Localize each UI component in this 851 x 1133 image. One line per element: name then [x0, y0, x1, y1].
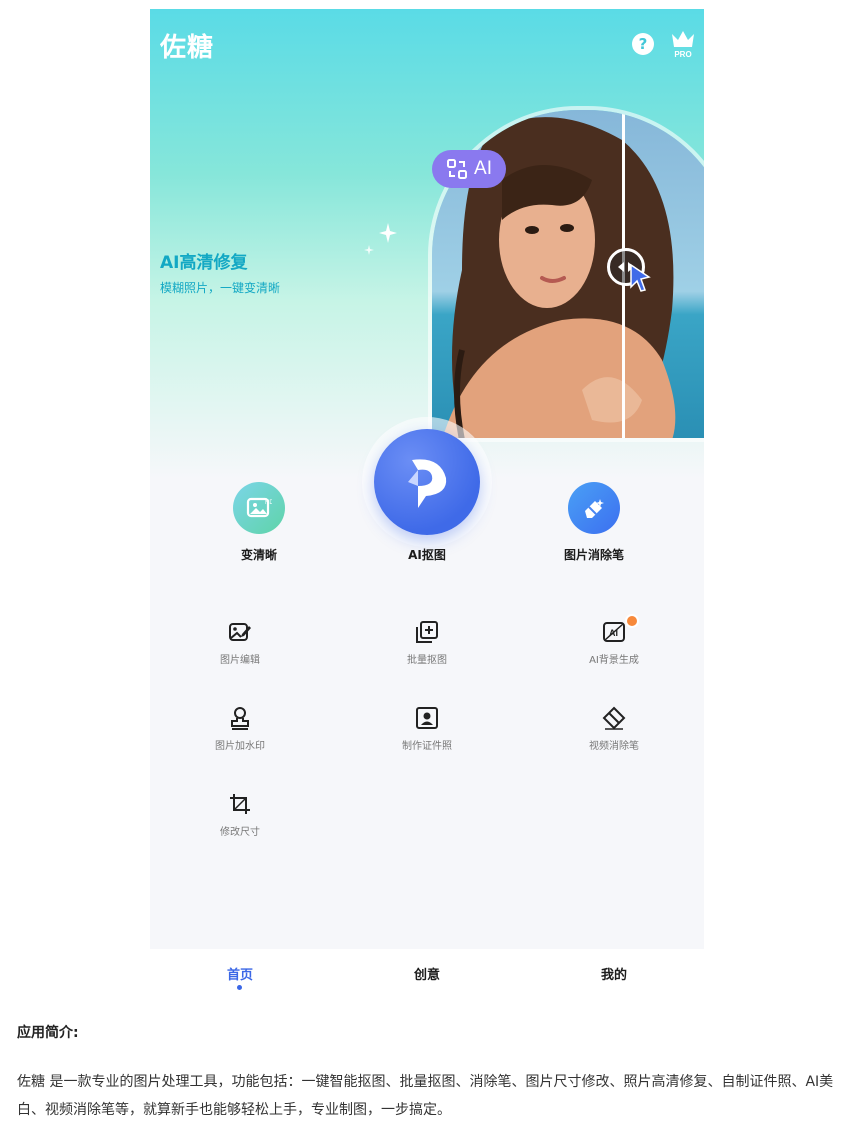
image-edit-icon	[229, 623, 251, 641]
bottom-navigation: 首页 创意 我的	[150, 950, 704, 1000]
tool-label: 图片编辑	[220, 655, 260, 666]
nav-tab-creative[interactable]: 创意	[377, 964, 477, 983]
app-title: 佐糖	[160, 33, 215, 63]
video-eraser-icon	[602, 706, 626, 730]
tool-label: 批量抠图	[407, 655, 447, 666]
ai-switch-icon	[447, 159, 468, 179]
sparkle-icon	[364, 223, 397, 255]
nav-tab-profile[interactable]: 我的	[564, 964, 664, 983]
ai-cutout-label: AI抠图	[408, 548, 446, 562]
tool-image-edit[interactable]: 图片编辑	[180, 620, 300, 666]
tool-watermark[interactable]: 图片加水印	[180, 706, 300, 752]
tool-video-eraser[interactable]: 视频消除笔	[554, 706, 674, 752]
ai-badge: AI	[432, 150, 506, 188]
tool-label: 图片加水印	[215, 741, 265, 752]
crop-resize-icon	[230, 794, 250, 814]
tool-label: 修改尺寸	[220, 827, 260, 838]
ai-cutout-button[interactable]	[374, 429, 480, 535]
active-tab-indicator	[237, 985, 242, 990]
tool-batch-cutout[interactable]: 批量抠图	[367, 620, 487, 666]
tool-label: 制作证件照	[402, 741, 452, 752]
svg-text:AI: AI	[609, 628, 618, 638]
enhance-button[interactable]: HD	[233, 482, 285, 534]
tool-ai-background[interactable]: AI AI背景生成	[554, 614, 674, 666]
feature-title: AI高清修复	[160, 253, 248, 273]
ai-badge-label: AI	[474, 158, 492, 179]
svg-text:HD: HD	[265, 500, 272, 506]
watermark-stamp-icon	[231, 707, 249, 730]
help-icon[interactable]: ?	[632, 33, 654, 55]
intro-paragraph: 佐糖 是一款专业的图片处理工具，功能包括：一键智能抠图、批量抠图、消除笔、图片尺…	[17, 1074, 834, 1118]
app-screen: 佐糖 ? PRO AI高清修复 模糊照片，一键变清晰 AI HD 变清晰 AI抠…	[150, 9, 704, 949]
ai-background-icon: AI	[603, 622, 625, 642]
batch-cutout-icon	[416, 621, 438, 643]
pro-label: PRO	[674, 50, 691, 59]
hot-badge-icon	[625, 614, 639, 628]
tool-resize[interactable]: 修改尺寸	[180, 792, 300, 838]
tool-id-photo[interactable]: 制作证件照	[367, 706, 487, 752]
feature-subtitle: 模糊照片，一键变清晰	[160, 281, 281, 295]
pointer-cursor-icon	[630, 263, 651, 292]
hero-banner[interactable]: 佐糖 ? PRO AI高清修复 模糊照片，一键变清晰 AI	[150, 9, 704, 479]
tool-label: 视频消除笔	[589, 741, 639, 752]
image-enhance-icon: HD	[246, 497, 272, 518]
eraser-label: 图片消除笔	[563, 548, 624, 562]
ai-cutout-logo-icon	[408, 459, 447, 508]
enhance-label: 变清晰	[240, 548, 277, 562]
eraser-icon	[585, 499, 604, 518]
crown-pro-icon[interactable]: PRO	[669, 28, 697, 60]
eraser-button[interactable]	[568, 482, 620, 534]
intro-heading: 应用简介:	[17, 1025, 79, 1041]
tool-label: AI背景生成	[589, 655, 639, 666]
nav-tab-home[interactable]: 首页	[190, 964, 290, 983]
id-photo-icon	[416, 707, 438, 729]
